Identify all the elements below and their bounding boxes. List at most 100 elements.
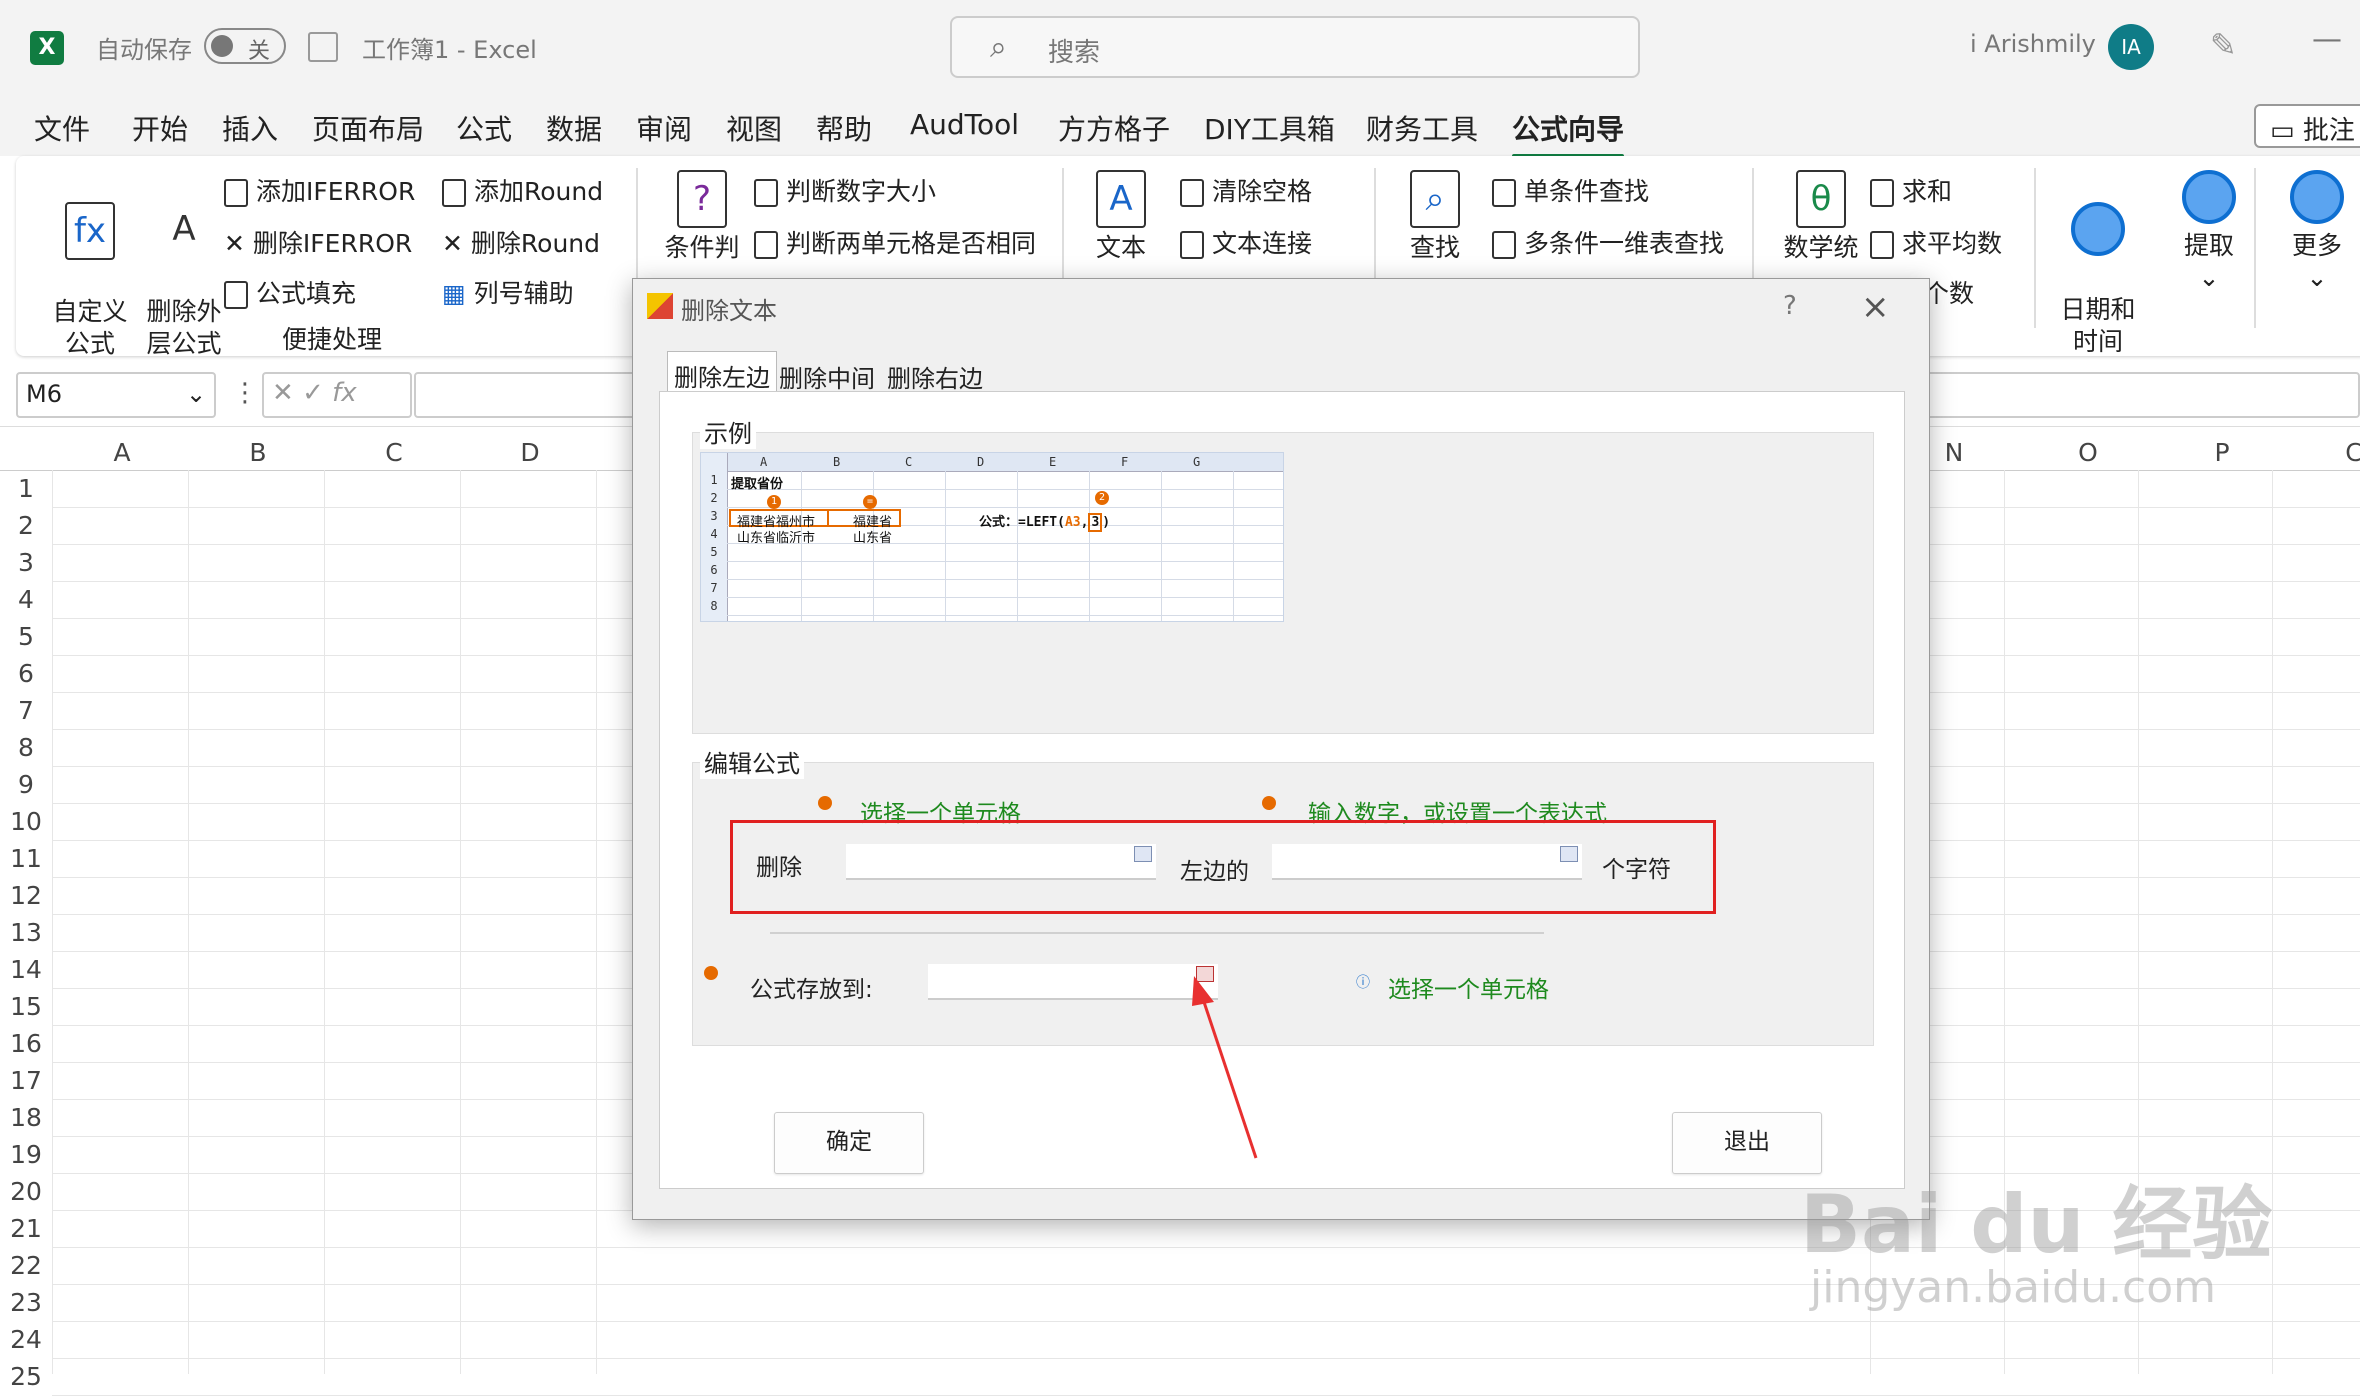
column-header[interactable]: O (2068, 438, 2108, 467)
column-header[interactable]: P (2202, 438, 2242, 467)
ok-button[interactable]: 确定 (774, 1112, 924, 1174)
row-header[interactable]: 2 (0, 511, 52, 540)
range-picker-icon[interactable] (1134, 846, 1152, 862)
more-button[interactable]: 更多 ⌄ (2272, 170, 2360, 294)
search-box[interactable]: ⌕ 搜索 (950, 16, 1640, 78)
row-header[interactable]: 21 (0, 1214, 52, 1243)
avatar[interactable]: IA (2108, 24, 2154, 70)
sum-label: 求和 (1902, 177, 1953, 206)
single-lookup-button[interactable]: 单条件查找 (1492, 172, 1649, 208)
row-header[interactable]: 23 (0, 1288, 52, 1317)
average-button[interactable]: 求平均数 (1870, 224, 2002, 260)
tab-home[interactable]: 开始 (132, 108, 188, 148)
tab-help[interactable]: 帮助 (816, 108, 872, 148)
autosave-toggle[interactable]: 关 (204, 28, 286, 64)
row-header[interactable]: 15 (0, 992, 52, 1021)
minimize-icon[interactable]: — (2312, 22, 2342, 57)
example-row-line (727, 507, 1283, 508)
row-header[interactable]: 3 (0, 548, 52, 577)
lookup-button[interactable]: ⌕ 查找 (1390, 170, 1480, 264)
column-helper-button[interactable]: ▦ 列号辅助 (442, 274, 574, 310)
char-count-input[interactable] (1272, 844, 1582, 880)
column-header[interactable]: A (102, 438, 142, 467)
extract-button[interactable]: 提取 ⌄ (2164, 170, 2254, 294)
math-stats-button[interactable]: θ 数学统 (1766, 170, 1876, 264)
add-round-button[interactable]: 添加Round (442, 172, 603, 208)
cancel-icon[interactable]: ✕ (272, 378, 302, 408)
row-header[interactable]: 1 (0, 474, 52, 503)
custom-formula-button[interactable]: fx 自定义 公式 (40, 170, 140, 360)
close-icon[interactable]: × (1861, 287, 1890, 327)
row-header[interactable]: 11 (0, 844, 52, 873)
row-header[interactable]: 16 (0, 1029, 52, 1058)
grid-col-line (460, 470, 461, 1374)
tab-insert[interactable]: 插入 (222, 108, 278, 148)
tab-formula-wizard[interactable]: 公式向导 (1512, 108, 1625, 158)
confirm-icon[interactable]: ✓ (302, 378, 332, 408)
delete-outer-formula-button[interactable]: A 删除外 层公式 (134, 170, 234, 360)
save-icon[interactable] (308, 32, 338, 62)
row-header[interactable]: 25 (0, 1362, 52, 1391)
text-button[interactable]: A 文本 (1076, 170, 1166, 264)
document-title: 工作簿1 - Excel (362, 36, 537, 64)
row-header[interactable]: 20 (0, 1177, 52, 1206)
help-icon[interactable]: ? (1783, 291, 1797, 321)
tab-file[interactable]: 文件 (34, 108, 90, 148)
tab-finance-tools[interactable]: 财务工具 (1366, 108, 1478, 148)
bookmark-icon (1870, 231, 1894, 259)
formula-fill-button[interactable]: 公式填充 (224, 274, 356, 310)
column-header[interactable]: B (238, 438, 278, 467)
pen-icon[interactable]: ✎ (2210, 26, 2237, 64)
fx-icon[interactable]: fx (332, 378, 357, 408)
row-header[interactable]: 7 (0, 696, 52, 725)
text-concat-button[interactable]: 文本连接 (1180, 224, 1312, 260)
judge-two-cells-button[interactable]: 判断两单元格是否相同 (754, 224, 1036, 260)
tab-diy-toolbox[interactable]: DIY工具箱 (1204, 108, 1335, 148)
source-cell-input[interactable] (846, 844, 1156, 880)
tab-formulas[interactable]: 公式 (456, 108, 512, 148)
date-time-button[interactable]: 日期和 时间 (2048, 170, 2148, 358)
column-header[interactable]: C (374, 438, 414, 467)
more-options-icon[interactable]: ⋮ (232, 378, 258, 408)
row-header[interactable]: 14 (0, 955, 52, 984)
tab-page-layout[interactable]: 页面布局 (312, 108, 424, 148)
row-header[interactable]: 4 (0, 585, 52, 614)
store-cell-input[interactable] (928, 964, 1218, 1000)
column-header[interactable]: D (510, 438, 550, 467)
row-header[interactable]: 13 (0, 918, 52, 947)
row-header[interactable]: 17 (0, 1066, 52, 1095)
delete-outer-icon: A (172, 209, 196, 249)
tab-fangfang[interactable]: 方方格子 (1058, 108, 1170, 148)
formula-ref: A3 (1064, 515, 1081, 530)
multi-lookup-button[interactable]: 多条件一维表查找 (1492, 224, 1724, 260)
count-button[interactable]: 个数 (1924, 274, 1974, 310)
tab-audtool[interactable]: AudTool (910, 108, 1019, 141)
judge-number-size-button[interactable]: 判断数字大小 (754, 172, 936, 208)
column-header[interactable]: N (1934, 438, 1974, 467)
name-box[interactable]: M6 ⌄ (16, 372, 216, 418)
search-placeholder: 搜索 (1048, 38, 1101, 68)
tab-view[interactable]: 视图 (726, 108, 782, 148)
row-header[interactable]: 22 (0, 1251, 52, 1280)
range-picker-icon[interactable] (1560, 846, 1578, 862)
add-iferror-button[interactable]: 添加IFERROR (224, 172, 415, 208)
sum-button[interactable]: 求和 (1870, 172, 1952, 208)
row-header[interactable]: 5 (0, 622, 52, 651)
tab-review[interactable]: 审阅 (636, 108, 692, 148)
condition-button[interactable]: ? 条件判 (652, 170, 752, 264)
comment-button[interactable]: ▭ 批注 (2254, 104, 2360, 148)
tab-data[interactable]: 数据 (546, 108, 602, 148)
row-header[interactable]: 18 (0, 1103, 52, 1132)
example-row-number: 1 (710, 473, 718, 487)
row-header[interactable]: 9 (0, 770, 52, 799)
row-header[interactable]: 19 (0, 1140, 52, 1169)
row-header[interactable]: 12 (0, 881, 52, 910)
delete-round-button[interactable]: ✕ 删除Round (442, 224, 600, 260)
column-header[interactable]: C (2334, 438, 2360, 467)
row-header[interactable]: 8 (0, 733, 52, 762)
delete-iferror-button[interactable]: ✕ 删除IFERROR (224, 224, 412, 260)
clear-space-button[interactable]: 清除空格 (1180, 172, 1312, 208)
row-header[interactable]: 24 (0, 1325, 52, 1354)
row-header[interactable]: 10 (0, 807, 52, 836)
row-header[interactable]: 6 (0, 659, 52, 688)
